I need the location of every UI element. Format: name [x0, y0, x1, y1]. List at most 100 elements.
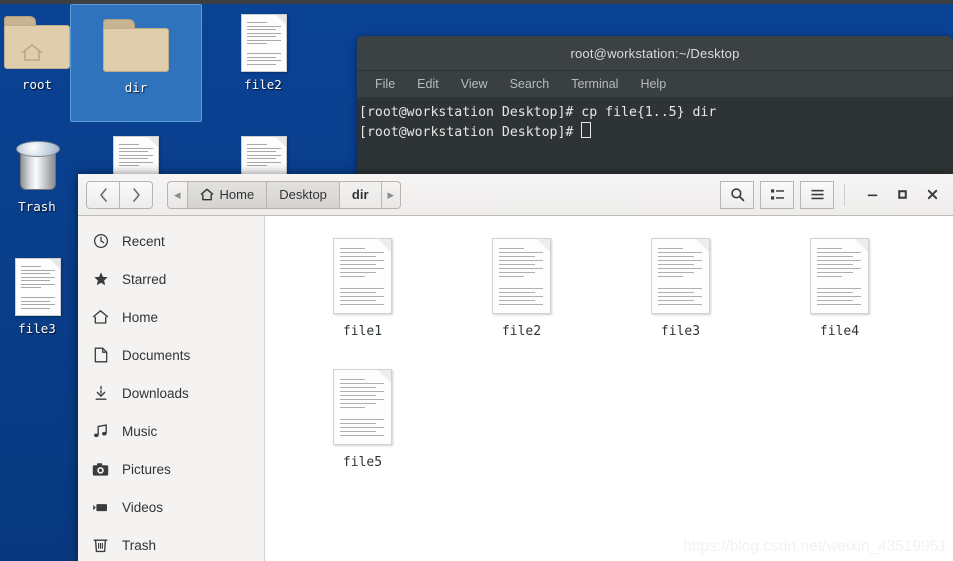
- back-button[interactable]: [86, 180, 120, 209]
- sidebar-item-music[interactable]: Music: [78, 412, 264, 450]
- file-name-label: file2: [501, 324, 542, 339]
- terminal-window[interactable]: root@workstation:~/Desktop File Edit Vie…: [357, 36, 953, 176]
- terminal-titlebar[interactable]: root@workstation:~/Desktop: [357, 36, 953, 71]
- file-name-label: file4: [819, 324, 860, 339]
- star-icon: [92, 271, 109, 288]
- main-menu-button[interactable]: [800, 180, 834, 209]
- folder-icon: [71, 11, 201, 77]
- sidebar-item-documents[interactable]: Documents: [78, 336, 264, 374]
- terminal-menu-file[interactable]: File: [375, 77, 395, 91]
- list-view-icon: [770, 189, 784, 200]
- file-item[interactable]: file2: [442, 230, 601, 361]
- home-icon: [20, 43, 44, 61]
- breadcrumb-label: Home: [219, 187, 255, 202]
- camera-icon: [92, 461, 109, 478]
- sidebar-item-videos[interactable]: Videos: [78, 488, 264, 526]
- sidebar-item-label: Documents: [122, 347, 191, 363]
- document-icon: [333, 238, 392, 314]
- terminal-menu-search[interactable]: Search: [510, 77, 550, 91]
- forward-button[interactable]: [120, 180, 153, 209]
- desktop-icon-label: file2: [244, 77, 282, 92]
- desktop-icon-file2[interactable]: file2: [198, 8, 328, 92]
- view-toggle-button[interactable]: [760, 180, 794, 209]
- breadcrumb-label: dir: [351, 187, 369, 202]
- chevron-right-icon: [132, 187, 140, 202]
- home-icon: [200, 188, 213, 201]
- breadcrumb-scroll-right[interactable]: ▸: [381, 180, 402, 209]
- header-action-buttons: [720, 180, 834, 209]
- breadcrumb-scroll-left[interactable]: ◂: [167, 180, 188, 209]
- file-name-label: file3: [660, 324, 701, 339]
- file-manager-headerbar: ◂ Home Desktop dir ▸: [78, 174, 953, 216]
- search-icon: [730, 188, 744, 202]
- sidebar-item-pictures[interactable]: Pictures: [78, 450, 264, 488]
- breadcrumb-item-dir[interactable]: dir: [339, 180, 382, 209]
- terminal-prompt-line: [root@workstation Desktop]#: [359, 122, 953, 142]
- document-icon: [492, 238, 551, 314]
- desktop-icon-dir[interactable]: dir: [70, 4, 202, 122]
- terminal-menu-terminal[interactable]: Terminal: [571, 77, 618, 91]
- document-icon: [92, 347, 109, 364]
- close-icon: [927, 189, 937, 200]
- breadcrumb-item-home[interactable]: Home: [187, 180, 268, 209]
- chevron-left-icon: [99, 187, 107, 202]
- file-item[interactable]: file4: [760, 230, 919, 361]
- document-icon: [333, 369, 392, 445]
- sidebar-item-starred[interactable]: Starred: [78, 260, 264, 298]
- maximize-button[interactable]: [887, 183, 917, 207]
- sidebar-item-label: Starred: [122, 271, 167, 287]
- file-manager-body: Recent Starred Home Documents Downloads …: [78, 216, 953, 561]
- breadcrumb-label: Desktop: [279, 187, 327, 202]
- file-list-area[interactable]: file1 file2 file3 file4 file5 https://bl…: [265, 216, 953, 561]
- sidebar-item-label: Videos: [122, 499, 164, 515]
- sidebar-item-trash[interactable]: Trash: [78, 526, 264, 561]
- document-icon: [198, 8, 328, 74]
- download-icon: [92, 385, 109, 402]
- sidebar-item-label: Pictures: [122, 461, 171, 477]
- sidebar-item-downloads[interactable]: Downloads: [78, 374, 264, 412]
- file-grid: file1 file2 file3 file4 file5: [283, 230, 953, 492]
- sidebar-item-label: Downloads: [122, 385, 189, 401]
- document-icon: [810, 238, 869, 314]
- terminal-menu-view[interactable]: View: [461, 77, 488, 91]
- close-button[interactable]: [917, 183, 947, 207]
- file-manager-window[interactable]: ◂ Home Desktop dir ▸ Recent Starred Home…: [78, 174, 953, 561]
- sidebar-item-label: Home: [122, 309, 159, 325]
- music-note-icon: [92, 423, 109, 440]
- sidebar-item-label: Trash: [122, 537, 157, 553]
- breadcrumb: ◂ Home Desktop dir ▸: [167, 180, 402, 209]
- video-icon: [92, 499, 109, 516]
- terminal-prompt: [root@workstation Desktop]#: [359, 125, 582, 140]
- document-icon: [651, 238, 710, 314]
- terminal-menu-edit[interactable]: Edit: [417, 77, 439, 91]
- file-item[interactable]: file3: [601, 230, 760, 361]
- search-button[interactable]: [720, 180, 754, 209]
- sidebar: Recent Starred Home Documents Downloads …: [78, 216, 265, 561]
- file-name-label: file5: [342, 455, 383, 470]
- breadcrumb-item-desktop[interactable]: Desktop: [267, 180, 340, 209]
- terminal-menu-help[interactable]: Help: [640, 77, 666, 91]
- trash-icon: [92, 537, 109, 554]
- terminal-cursor: [581, 122, 592, 138]
- watermark: https://blog.csdn.net/weixin_43519951: [683, 538, 947, 555]
- desktop-icon-label: dir: [124, 80, 148, 95]
- sidebar-item-home[interactable]: Home: [78, 298, 264, 336]
- minimize-icon: [867, 194, 877, 197]
- home-icon: [92, 309, 109, 326]
- hamburger-menu-icon: [810, 189, 824, 200]
- sidebar-item-label: Recent: [122, 233, 165, 249]
- minimize-button[interactable]: [857, 183, 887, 207]
- navigation-buttons: [86, 180, 153, 209]
- window-controls: [844, 183, 947, 207]
- screen: root dir file2 Trash file3 root@workstat…: [0, 0, 953, 561]
- file-item[interactable]: file1: [283, 230, 442, 361]
- clock-icon: [92, 233, 109, 250]
- terminal-menubar[interactable]: File Edit View Search Terminal Help: [357, 71, 953, 98]
- terminal-line: [root@workstation Desktop]# cp file{1..5…: [359, 105, 717, 120]
- sidebar-item-recent[interactable]: Recent: [78, 222, 264, 260]
- maximize-icon: [897, 190, 907, 199]
- file-name-label: file1: [342, 324, 383, 339]
- file-item[interactable]: file5: [283, 361, 442, 492]
- terminal-title: root@workstation:~/Desktop: [570, 45, 740, 61]
- terminal-output[interactable]: [root@workstation Desktop]# cp file{1..5…: [357, 98, 953, 142]
